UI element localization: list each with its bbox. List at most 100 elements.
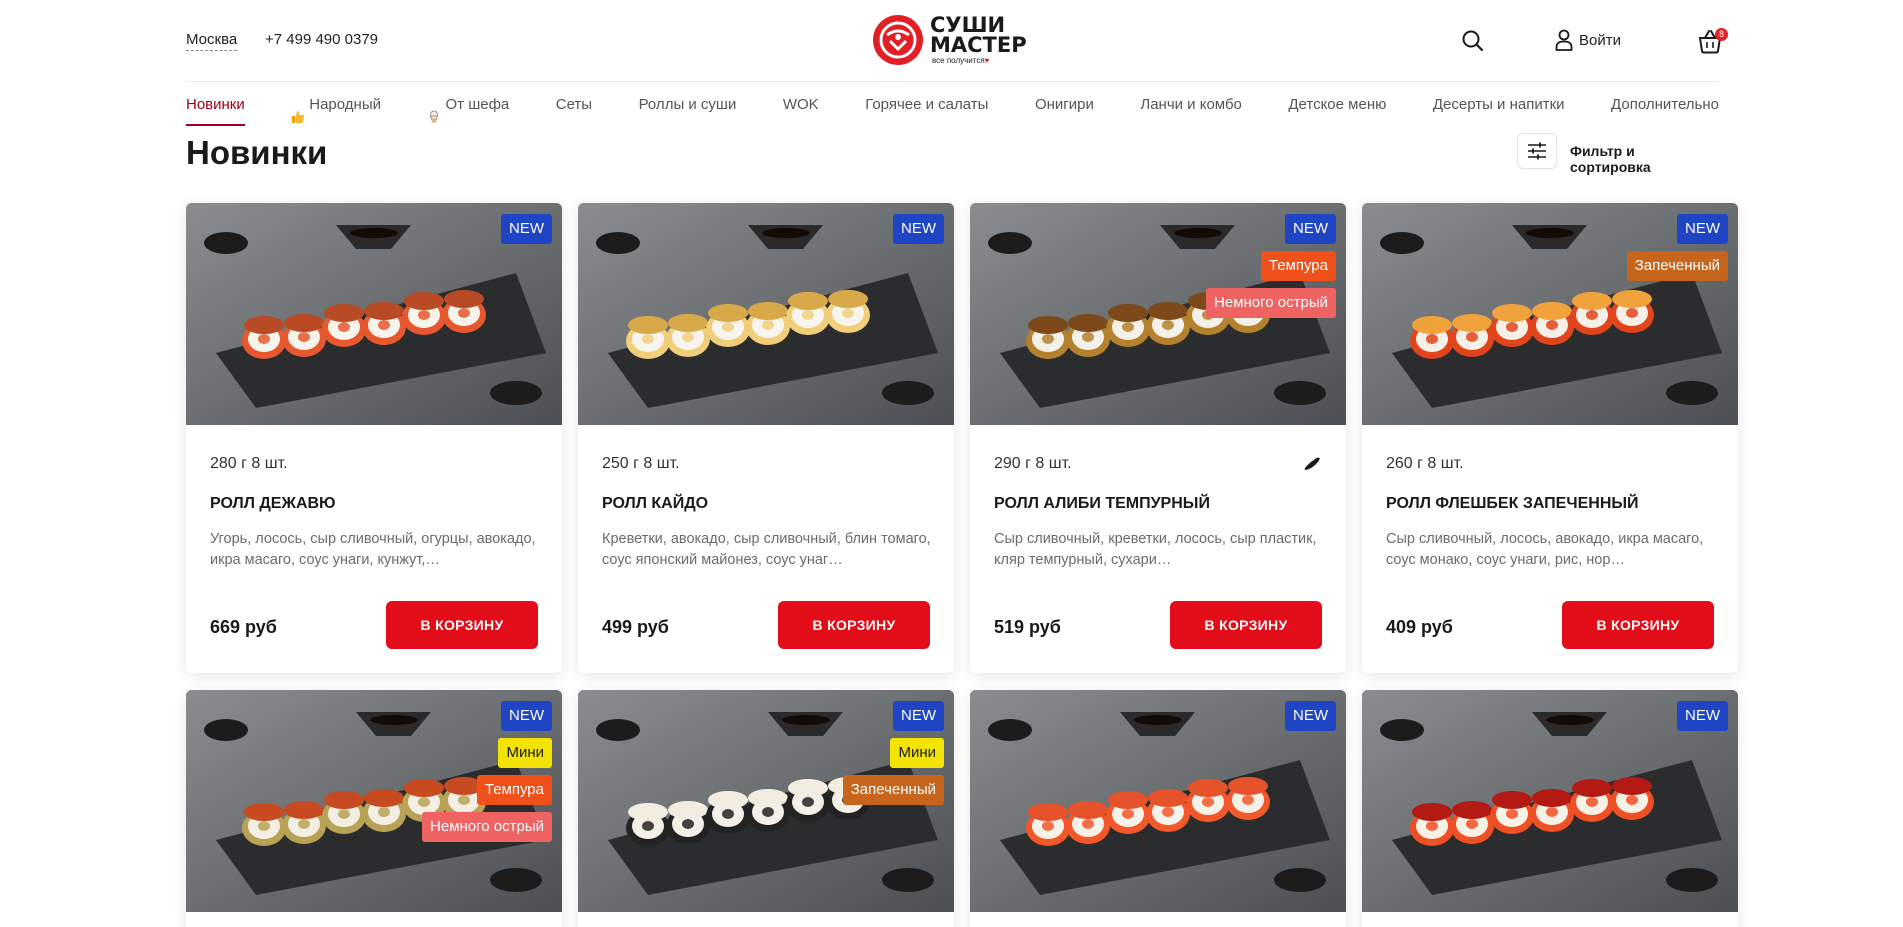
search-button[interactable]	[1459, 27, 1487, 55]
product-card[interactable]: NEW Темпура Немного острый 290 г 8 шт. РОЛЛ …	[970, 203, 1346, 673]
nav-item-2[interactable]: От шефа	[427, 82, 509, 126]
city-selector[interactable]: Москва	[186, 31, 238, 51]
product-tags: NEW Запеченный	[1626, 214, 1728, 281]
tag-baked: Запеченный	[1626, 251, 1728, 281]
search-icon	[1462, 30, 1484, 52]
product-tags: NEW	[893, 214, 944, 244]
tag-new: NEW	[1285, 214, 1336, 244]
add-to-cart-button[interactable]: В КОРЗИНУ	[1170, 601, 1322, 649]
product-tags: NEW Темпура Немного острый	[1206, 214, 1336, 318]
nav-item-label: Дополнительно	[1611, 96, 1719, 113]
product-price: 669 руб	[210, 617, 277, 637]
nav-item-9[interactable]: Детское меню	[1288, 82, 1386, 126]
nav-item-11[interactable]: Дополнительно	[1611, 82, 1719, 126]
product-name[interactable]: РОЛЛ КАЙДО	[602, 495, 708, 513]
nav-item-5[interactable]: WOK	[783, 82, 819, 126]
product-card[interactable]: NEW Мини Запеченный	[578, 690, 954, 927]
product-weight: 250 г 8 шт.	[602, 455, 680, 472]
thumbs-up-icon	[291, 98, 305, 123]
nav-item-label: Детское меню	[1288, 96, 1387, 113]
sliders-icon	[1528, 142, 1546, 160]
product-card[interactable]: NEW Мини Темпура Немного острый	[186, 690, 562, 927]
tag-new: NEW	[501, 701, 552, 731]
filter-button[interactable]	[1517, 133, 1557, 169]
product-tags: NEW Мини Темпура Немного острый	[422, 701, 552, 842]
nav-item-3[interactable]: Сеты	[556, 82, 592, 126]
add-to-cart-button[interactable]: В КОРЗИНУ	[1562, 601, 1714, 649]
logo-text-bottom: МАСТЕР	[930, 33, 1027, 57]
nav-item-label: Народный	[309, 96, 381, 113]
add-to-cart-button[interactable]: В КОРЗИНУ	[778, 601, 930, 649]
nav-item-label: WOK	[782, 96, 819, 113]
product-price: 499 руб	[602, 617, 669, 637]
login-button[interactable]: Войти	[1555, 28, 1621, 52]
tag-tempura: Темпура	[476, 775, 552, 805]
user-icon	[1555, 29, 1573, 51]
tag-baked: Запеченный	[842, 775, 944, 805]
product-tags: NEW	[501, 214, 552, 244]
nav-item-label: Сеты	[555, 96, 593, 113]
logo-text-top: СУШИ	[930, 13, 1006, 37]
filter-sort-label[interactable]: Фильтр и сортировка	[1570, 143, 1719, 175]
tag-tempura: Темпура	[1260, 251, 1336, 281]
product-tags: NEW	[1677, 701, 1728, 731]
product-card[interactable]: NEW	[1362, 690, 1738, 927]
tag-new: NEW	[1677, 701, 1728, 731]
tag-mini: Мини	[890, 738, 944, 768]
logo-emblem-icon	[873, 15, 923, 65]
nav-item-label: Роллы и суши	[638, 96, 737, 113]
chef-icon	[427, 98, 441, 123]
nav-item-4[interactable]: Роллы и суши	[639, 82, 737, 126]
logo-tagline: все получится♥	[932, 56, 990, 65]
product-name[interactable]: РОЛЛ ДЕЖАВЮ	[210, 495, 336, 513]
page-title: Новинки	[186, 134, 328, 171]
tag-spicy: Немного острый	[422, 812, 552, 842]
tag-new: NEW	[1677, 214, 1728, 244]
nav-item-7[interactable]: Онигири	[1035, 82, 1094, 126]
nav-item-label: Горячее и салаты	[865, 96, 989, 113]
product-card[interactable]: NEW Запеченный 260 г 8 шт. РОЛЛ ФЛЕШБЕК ЗАП…	[1362, 203, 1738, 673]
nav-item-label: Ланчи и комбо	[1140, 96, 1242, 113]
chili-pepper-icon	[1302, 456, 1322, 472]
product-description: Угорь, лосось, сыр сливочный, огурцы, ав…	[210, 531, 536, 568]
product-tags: NEW Мини Запеченный	[842, 701, 944, 805]
nav-item-label: Десерты и напитки	[1432, 96, 1565, 113]
phone-number[interactable]: +7 499 490 0379	[265, 31, 378, 48]
product-card[interactable]: NEW 280 г 8 шт. РОЛЛ ДЕЖАВЮ Угорь, лосось, …	[186, 203, 562, 673]
cart-button[interactable]: 8	[1695, 26, 1728, 56]
tag-new: NEW	[1285, 701, 1336, 731]
product-price: 519 руб	[994, 617, 1061, 637]
product-card[interactable]: NEW	[970, 690, 1346, 927]
site-header: Москва +7 499 490 0379 СУШИ МАСТЕР все п…	[186, 0, 1728, 82]
product-name[interactable]: РОЛЛ АЛИБИ ТЕМПУРНЫЙ	[994, 495, 1210, 513]
nav-item-10[interactable]: Десерты и напитки	[1433, 82, 1565, 126]
tag-new: NEW	[501, 214, 552, 244]
heart-icon: ♥	[984, 56, 990, 65]
tag-spicy: Немного острый	[1206, 288, 1336, 318]
product-description: Креветки, авокадо, сыр сливочный, блин т…	[602, 531, 931, 568]
nav-item-8[interactable]: Ланчи и комбо	[1140, 82, 1242, 126]
product-description: Сыр сливочный, лосось, авокадо, икра мас…	[1386, 531, 1704, 568]
nav-item-6[interactable]: Горячее и салаты	[865, 82, 988, 126]
title-bar: Новинки Фильтр и сортировка	[186, 126, 1719, 186]
product-weight: 260 г 8 шт.	[1386, 455, 1464, 472]
product-weight: 290 г 8 шт.	[994, 455, 1072, 472]
tag-mini: Мини	[498, 738, 552, 768]
tag-new: NEW	[893, 214, 944, 244]
product-weight: 280 г 8 шт.	[210, 455, 288, 472]
product-price: 409 руб	[1386, 617, 1453, 637]
product-tags: NEW	[1285, 701, 1336, 731]
product-description: Сыр сливочный, креветки, лосось, сыр пла…	[994, 531, 1317, 568]
nav-item-0[interactable]: Новинки	[186, 82, 245, 126]
category-nav: Новинки Народный От шефа Сеты Роллы и суши WO…	[186, 82, 1719, 126]
login-label: Войти	[1579, 31, 1621, 49]
site-logo[interactable]: СУШИ МАСТЕР все получится♥	[873, 13, 1033, 67]
tag-new: NEW	[893, 701, 944, 731]
nav-item-label: Онигири	[1034, 96, 1094, 113]
cart-count-badge: 8	[1715, 28, 1728, 41]
product-card[interactable]: NEW 250 г 8 шт. РОЛЛ КАЙДО Креветки, авокад…	[578, 203, 954, 673]
nav-item-label: Новинки	[186, 96, 245, 113]
nav-item-1[interactable]: Народный	[291, 82, 381, 126]
product-name[interactable]: РОЛЛ ФЛЕШБЕК ЗАПЕЧЕННЫЙ	[1386, 495, 1639, 513]
add-to-cart-button[interactable]: В КОРЗИНУ	[386, 601, 538, 649]
